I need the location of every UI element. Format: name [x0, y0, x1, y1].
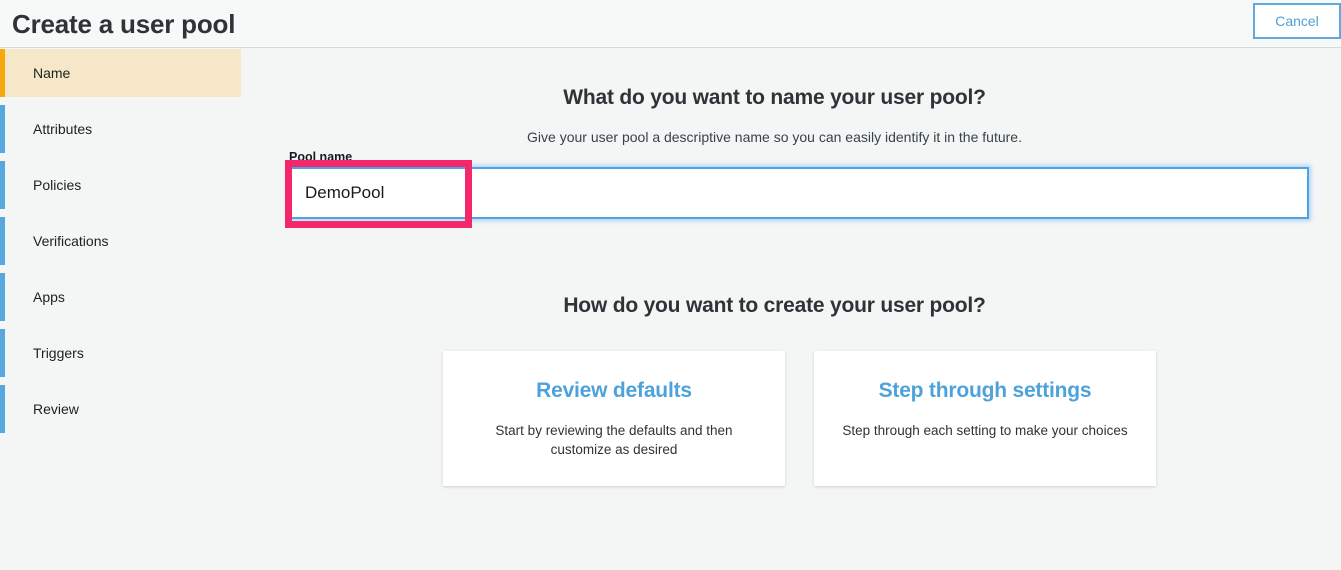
name-section-subtitle: Give your user pool a descriptive name s…	[527, 129, 1022, 145]
option-card-title[interactable]: Step through settings	[814, 379, 1156, 403]
create-section-heading: How do you want to create your user pool…	[563, 294, 986, 318]
page-title: Create a user pool	[12, 9, 236, 39]
pool-name-input[interactable]	[289, 167, 1309, 219]
sidebar-item-label: Verifications	[33, 233, 109, 249]
step-indicator-bar-attributes	[0, 105, 5, 153]
sidebar-item-label: Apps	[33, 289, 65, 305]
wizard-step-sidebar: Name Attributes Policies Verifications A…	[0, 49, 241, 570]
step-indicator-bar-name	[0, 49, 5, 97]
sidebar-item-label: Triggers	[33, 345, 84, 361]
step-indicator-bar-apps	[0, 273, 5, 321]
option-card-description: Start by reviewing the defaults and then…	[495, 423, 733, 457]
option-card-step-through-settings[interactable]: Step through settings Step through each …	[814, 351, 1156, 486]
step-indicator-bar-triggers	[0, 329, 5, 377]
step-indicator-bar-policies	[0, 161, 5, 209]
sidebar-item-label: Attributes	[33, 121, 93, 137]
step-indicator-bar-verifications	[0, 217, 5, 265]
creation-options-row: Review defaults Start by reviewing the d…	[443, 351, 1156, 486]
cancel-button[interactable]: Cancel	[1253, 3, 1341, 39]
sidebar-item-label: Policies	[33, 177, 82, 193]
option-card-description: Step through each setting to make your c…	[842, 423, 1128, 438]
sidebar-item-label: Review	[33, 401, 79, 417]
sidebar-item-label: Name	[33, 65, 71, 81]
option-card-review-defaults[interactable]: Review defaults Start by reviewing the d…	[443, 351, 785, 486]
sidebar-item-triggers[interactable]: Triggers	[0, 329, 241, 377]
sidebar-item-review[interactable]: Review	[0, 385, 241, 433]
pool-name-label: Pool name	[289, 150, 353, 164]
sidebar-item-apps[interactable]: Apps	[0, 273, 241, 321]
sidebar-item-attributes[interactable]: Attributes	[0, 105, 241, 153]
name-section-heading: What do you want to name your user pool?	[563, 86, 986, 110]
app-header: Create a user pool Cancel	[0, 0, 1341, 48]
main-content: What do you want to name your user pool?…	[241, 49, 1341, 570]
sidebar-item-verifications[interactable]: Verifications	[0, 217, 241, 265]
sidebar-item-name[interactable]: Name	[0, 49, 241, 97]
sidebar-item-policies[interactable]: Policies	[0, 161, 241, 209]
step-indicator-bar-review	[0, 385, 5, 433]
option-card-title[interactable]: Review defaults	[443, 379, 785, 403]
